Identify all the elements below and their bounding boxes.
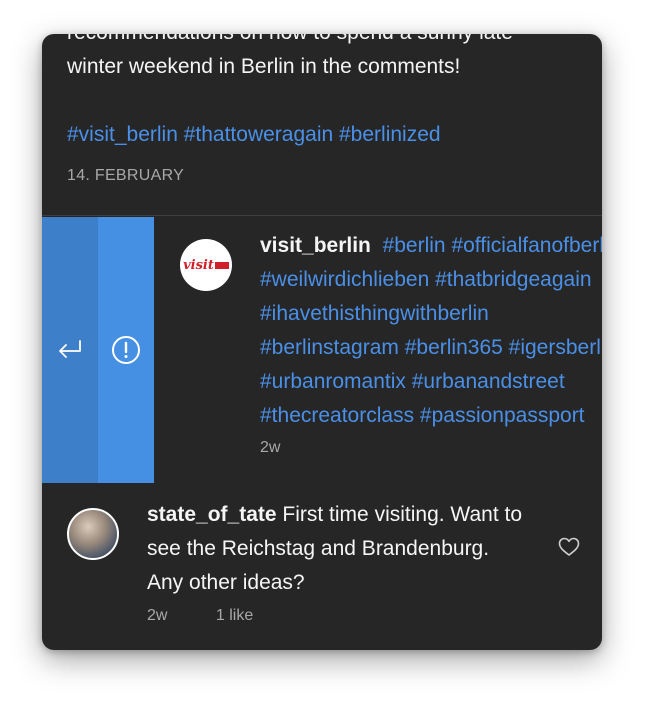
report-action-button[interactable] xyxy=(98,217,154,483)
visit-berlin-logo: visit xyxy=(183,258,229,273)
comment-username[interactable]: state_of_tate xyxy=(147,503,277,526)
comment-text-line: Any other ideas? xyxy=(147,571,305,594)
caption-line-2: winter weekend in Berlin in the comments… xyxy=(67,55,461,78)
comment-item: state_of_tate First time visiting. Want … xyxy=(42,500,602,650)
comment-text-line: see the Reichstag and Brandenburg. xyxy=(147,537,490,560)
hashtag-line[interactable]: #berlin #officialfanofberlin xyxy=(383,234,602,257)
caption-line-1: recommendations on how to spend a sunny … xyxy=(67,34,587,50)
comment-time: 2w xyxy=(260,439,281,456)
comment-meta: 2w 1 like xyxy=(147,607,297,625)
divider xyxy=(42,215,602,216)
avatar[interactable] xyxy=(67,508,119,560)
comment-username[interactable]: visit_berlin xyxy=(260,234,371,257)
avatar[interactable]: visit xyxy=(180,239,232,291)
reply-arrow-icon xyxy=(59,340,81,358)
report-icon xyxy=(112,336,140,364)
swiped-comment-row[interactable]: visit visit_berlin #berlin #officialfano… xyxy=(42,217,602,483)
hashtag-line[interactable]: #berlinstagram #berlin365 #igersberlin xyxy=(260,331,602,365)
hashtag-line[interactable]: #thecreatorclass #passionpassport xyxy=(260,399,602,433)
reply-action-button[interactable] xyxy=(42,217,98,483)
comments-window: recommendations on how to spend a sunny … xyxy=(42,34,602,650)
hashtag-line[interactable]: #weilwirdichlieben #thatbridgeagain xyxy=(260,263,602,297)
post-caption: recommendations on how to spend a sunny … xyxy=(67,34,587,84)
heart-icon xyxy=(558,537,580,556)
comment-time: 2w xyxy=(147,607,168,624)
comment-content: visit visit_berlin #berlin #officialfano… xyxy=(154,217,602,483)
hashtag-line[interactable]: #urbanromantix #urbanandstreet xyxy=(260,365,602,399)
like-button[interactable] xyxy=(558,537,580,562)
like-count[interactable]: 1 like xyxy=(216,607,253,624)
comment-body: state_of_tate First time visiting. Want … xyxy=(147,498,552,600)
hashtag-line[interactable]: #ihavethisthingwithberlin xyxy=(260,297,602,331)
comment-body: visit_berlin #berlin #officialfanofberli… xyxy=(260,229,602,433)
post-hashtags[interactable]: #visit_berlin #thattoweragain #berlinize… xyxy=(67,120,441,150)
comment-text-line: First time visiting. Want to xyxy=(282,503,523,526)
post-date: 14. FEBRUARY xyxy=(67,167,185,184)
